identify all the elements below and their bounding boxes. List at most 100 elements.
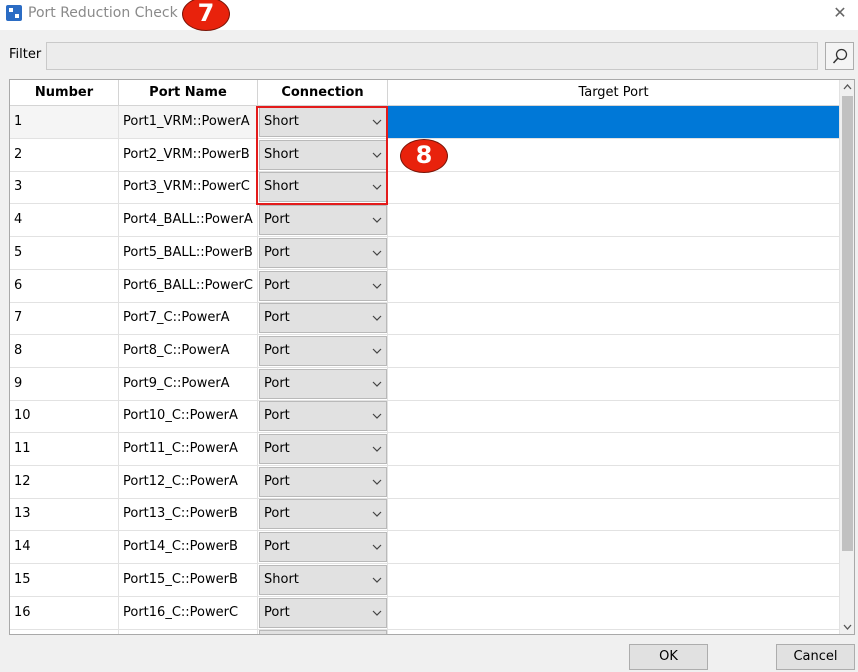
- cell-port-name: Port5_BALL::PowerB: [119, 236, 258, 269]
- chevron-down-icon: [372, 381, 382, 387]
- connection-status-dropdown[interactable]: Port: [259, 205, 387, 236]
- connection-status-dropdown[interactable]: Port: [259, 499, 387, 530]
- column-header-port-name[interactable]: Port Name: [119, 80, 258, 106]
- connection-status-dropdown[interactable]: Port: [259, 532, 387, 563]
- chevron-down-icon: [372, 315, 382, 322]
- connection-status-value: Port: [264, 604, 290, 620]
- table-row[interactable]: 12 Port12_C::PowerA Port: [10, 465, 839, 499]
- cell-target-port[interactable]: [388, 597, 839, 629]
- column-header-number[interactable]: Number: [10, 80, 119, 106]
- cell-port-name: [119, 629, 258, 634]
- connection-status-value: Port: [264, 342, 290, 358]
- scroll-thumb[interactable]: [842, 96, 853, 551]
- chevron-down-icon: [372, 250, 382, 256]
- chevron-down-icon: [372, 610, 382, 616]
- cell-target-port[interactable]: [388, 335, 839, 367]
- connection-status-dropdown[interactable]: Port: [259, 466, 387, 497]
- scroll-up-arrow-icon[interactable]: [840, 80, 855, 94]
- table-row[interactable]: 8 Port8_C::PowerA Port: [10, 334, 839, 368]
- table-body: 1 Port1_VRM::PowerA Short 2 Port2_VRM::Power…: [10, 106, 839, 634]
- ok-button[interactable]: OK: [629, 644, 708, 670]
- table-row[interactable]: 10 Port10_C::PowerA Port: [10, 400, 839, 434]
- cell-target-port[interactable]: [388, 400, 839, 432]
- cell-connection-status: Port: [258, 433, 388, 465]
- connection-status-value: Port: [264, 212, 290, 228]
- cell-port-name: Port6_BALL::PowerC: [119, 269, 258, 302]
- table-row[interactable]: 14 Port14_C::PowerB Port: [10, 531, 839, 565]
- cell-port-name: Port10_C::PowerA: [119, 400, 258, 433]
- cell-number: 4: [10, 204, 119, 237]
- cell-target-port[interactable]: [388, 564, 839, 596]
- cell-target-port[interactable]: [388, 498, 839, 530]
- cell-port-name: Port15_C::PowerB: [119, 563, 258, 596]
- cell-connection-status: Short: [258, 138, 388, 171]
- cell-target-port[interactable]: [388, 270, 839, 302]
- connection-status-value: Port: [264, 244, 290, 260]
- cell-target-port[interactable]: [388, 204, 839, 236]
- cell-connection-status: Port: [258, 236, 388, 269]
- cell-target-port[interactable]: [388, 237, 839, 269]
- cell-number: 10: [10, 400, 119, 433]
- table-row[interactable]: 1 Port1_VRM::PowerA Short: [10, 106, 839, 139]
- cell-port-name: Port12_C::PowerA: [119, 465, 258, 498]
- cell-target-port[interactable]: [388, 629, 839, 634]
- cancel-button[interactable]: Cancel: [776, 644, 855, 670]
- cell-connection-status: [258, 629, 388, 634]
- cell-target-port[interactable]: [388, 466, 839, 498]
- column-header-connection-status[interactable]: Connection Status: [258, 80, 388, 125]
- cell-target-port[interactable]: [388, 433, 839, 465]
- connection-status-dropdown[interactable]: Short: [259, 107, 387, 137]
- cell-connection-status: Short: [258, 563, 388, 596]
- cell-connection-status: Port: [258, 465, 388, 498]
- connection-status-dropdown[interactable]: Short: [259, 564, 387, 595]
- table-row[interactable]: 9 Port9_C::PowerA Port: [10, 367, 839, 401]
- cell-port-name: Port4_BALL::PowerA: [119, 204, 258, 237]
- table-row[interactable]: 15 Port15_C::PowerB Short: [10, 563, 839, 597]
- table-row[interactable]: 5 Port5_BALL::PowerB Port: [10, 236, 839, 270]
- connection-status-dropdown[interactable]: Port: [259, 597, 387, 628]
- cell-connection-status: Port: [258, 269, 388, 302]
- filter-input[interactable]: [46, 42, 818, 70]
- connection-status-dropdown[interactable]: Port: [259, 237, 387, 268]
- cell-target-port[interactable]: [388, 106, 839, 138]
- cell-target-port[interactable]: [388, 139, 839, 171]
- cell-connection-status: Port: [258, 531, 388, 564]
- connection-status-dropdown[interactable]: [259, 630, 387, 634]
- close-icon[interactable]: ✕: [830, 3, 850, 23]
- cell-number: 5: [10, 236, 119, 269]
- search-button[interactable]: [825, 42, 854, 70]
- scroll-down-arrow-icon[interactable]: [840, 620, 855, 634]
- connection-status-dropdown[interactable]: Short: [259, 172, 387, 203]
- cell-number: 1: [10, 106, 119, 138]
- search-icon: [832, 48, 848, 64]
- table-row[interactable]: 16 Port16_C::PowerC Port: [10, 596, 839, 630]
- table-row[interactable]: [10, 629, 839, 634]
- table-row[interactable]: 11 Port11_C::PowerA Port: [10, 433, 839, 466]
- cell-target-port[interactable]: [388, 531, 839, 563]
- column-header-target-port[interactable]: Target Port: [388, 80, 839, 106]
- connection-status-dropdown[interactable]: Short: [259, 139, 387, 170]
- cell-number: [10, 629, 119, 634]
- cell-port-name: Port7_C::PowerA: [119, 302, 258, 335]
- chevron-down-icon: [372, 446, 382, 452]
- cell-target-port[interactable]: [388, 171, 839, 203]
- vertical-scrollbar[interactable]: [839, 80, 854, 634]
- connection-status-dropdown[interactable]: Port: [259, 303, 387, 334]
- table-row[interactable]: 13 Port13_C::PowerB Port: [10, 498, 839, 532]
- chevron-down-icon: [372, 283, 382, 289]
- cell-number: 9: [10, 367, 119, 400]
- connection-status-dropdown[interactable]: Port: [259, 368, 387, 399]
- table-row[interactable]: 7 Port7_C::PowerA Port: [10, 302, 839, 336]
- cell-target-port[interactable]: [388, 368, 839, 400]
- connection-status-dropdown[interactable]: Port: [259, 270, 387, 301]
- connection-status-dropdown[interactable]: Port: [259, 434, 387, 464]
- table-row[interactable]: 4 Port4_BALL::PowerA Port: [10, 204, 839, 238]
- connection-status-value: Short: [264, 179, 299, 195]
- connection-status-value: Port: [264, 441, 290, 456]
- cell-target-port[interactable]: [388, 302, 839, 334]
- table-row[interactable]: 6 Port6_BALL::PowerC Port: [10, 269, 839, 303]
- table-row[interactable]: 3 Port3_VRM::PowerC Short: [10, 171, 839, 205]
- connection-status-dropdown[interactable]: Port: [259, 401, 387, 432]
- connection-status-dropdown[interactable]: Port: [259, 335, 387, 366]
- connection-status-value: Port: [264, 506, 290, 522]
